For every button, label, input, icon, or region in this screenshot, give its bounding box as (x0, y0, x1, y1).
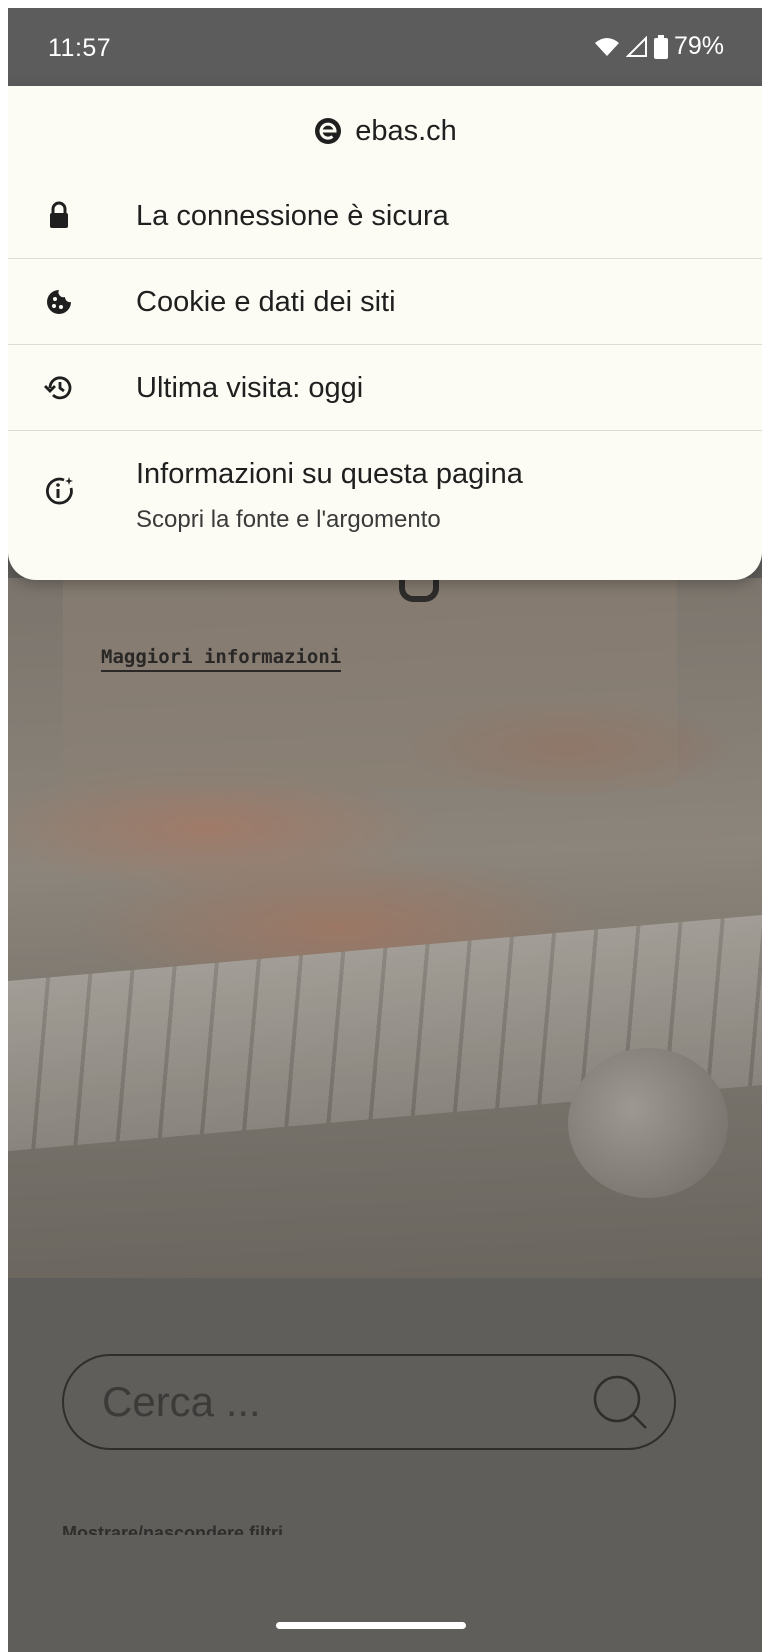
last-visit-item[interactable]: Ultima visita: oggi (8, 344, 762, 432)
cookies-item[interactable]: Cookie e dati dei siti (8, 258, 762, 346)
search-box[interactable]: Cerca ... (62, 1354, 676, 1450)
about-page-label: Informazioni su questa pagina (136, 458, 523, 490)
home-handle[interactable] (276, 1622, 466, 1629)
page-info-popup: ebas.ch La connessione è sicura Cookie e… (8, 86, 762, 580)
wifi-icon (594, 37, 619, 56)
gesture-nav-bar (8, 1604, 762, 1652)
search-icon[interactable] (590, 1372, 650, 1432)
about-page-item[interactable]: Informazioni su questa pagina Scopri la … (8, 430, 762, 540)
status-time: 11:57 (48, 34, 112, 62)
status-bar: 11:57 79% (8, 8, 762, 86)
phone-screen: Maggiori informazioni Cerca ... Mostrare… (8, 8, 762, 1652)
mouse-image (568, 1048, 728, 1198)
hero-heading-fragment (353, 578, 483, 608)
lock-icon (50, 201, 68, 228)
more-info-link[interactable]: Maggiori informazioni (101, 646, 342, 672)
battery-icon (653, 34, 668, 59)
site-header: ebas.ch (8, 86, 762, 176)
connection-secure-item[interactable]: La connessione è sicura (8, 172, 762, 260)
about-page-sublabel: Scopri la fonte e l'argomento (136, 506, 441, 533)
last-visit-label: Ultima visita: oggi (136, 372, 364, 404)
battery-percent: 79% (673, 32, 724, 60)
info-sparkle-icon (46, 477, 73, 505)
site-favicon-icon (315, 118, 342, 144)
status-icons: 79% (594, 32, 724, 61)
cookies-label: Cookie e dati dei siti (136, 286, 396, 318)
signal-icon (625, 35, 647, 57)
hero-image: Maggiori informazioni (8, 578, 762, 1278)
connection-secure-label: La connessione è sicura (136, 200, 449, 232)
cookie-icon (47, 290, 71, 314)
history-icon (44, 376, 72, 400)
site-domain: ebas.ch (355, 114, 457, 147)
search-input[interactable]: Cerca ... (102, 1378, 261, 1426)
hero-card: Maggiori informazioni (63, 578, 677, 788)
filters-toggle[interactable]: Mostrare/nascondere filtri (62, 1523, 283, 1535)
